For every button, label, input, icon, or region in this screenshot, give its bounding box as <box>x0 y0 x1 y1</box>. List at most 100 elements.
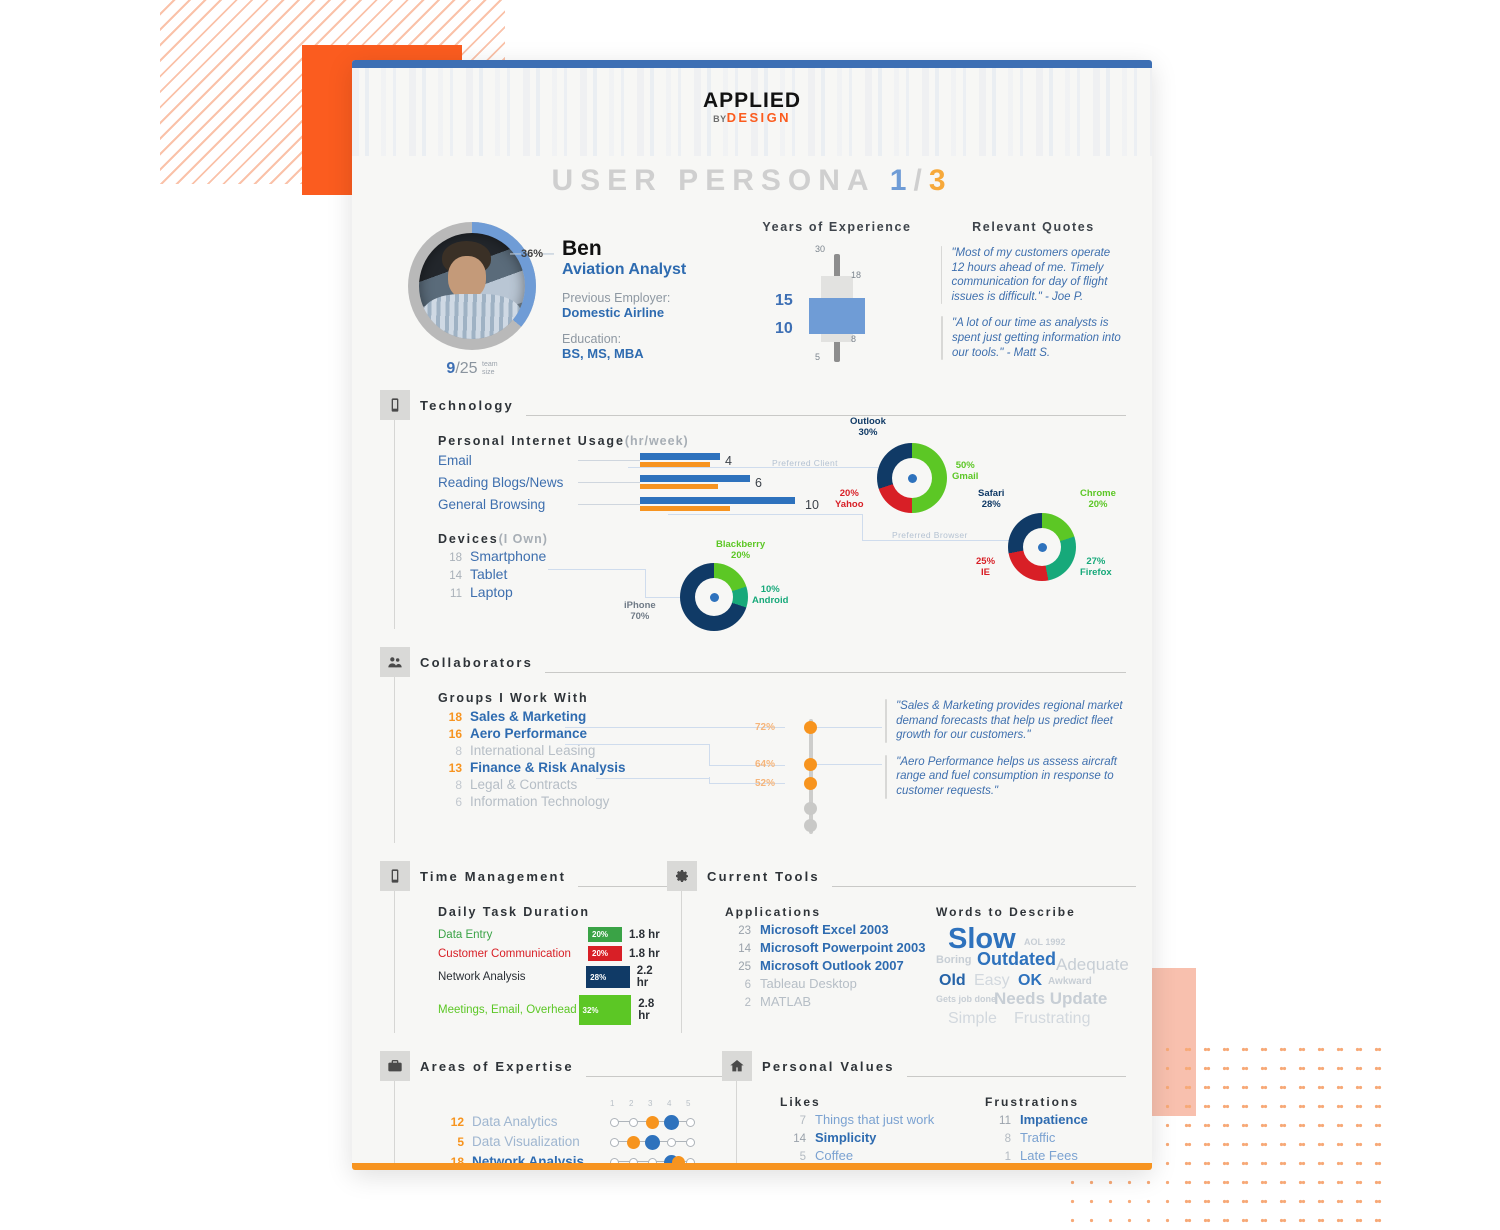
expertise-row: 12 Data Analytics <box>438 1114 722 1130</box>
list-item: 14 Microsoft Powerpoint 2003 <box>725 940 930 955</box>
list-item: 8 Traffic <box>985 1130 1126 1145</box>
page-number-current: 1 <box>889 164 914 197</box>
personal-values-section-title: Personal Values <box>762 1058 895 1074</box>
donut-label-ie: 25% IE <box>976 556 996 578</box>
scale-pip-blue <box>645 1134 660 1150</box>
usage-bar-blue <box>640 474 750 482</box>
group-label: Finance & Risk Analysis <box>470 760 626 775</box>
time-management-section-title: Time Management <box>420 868 567 884</box>
task-row: Network Analysis 28% 2.2 hr <box>438 965 667 989</box>
team-size-total: 25 <box>459 360 478 377</box>
connector-aero-v <box>709 744 710 765</box>
group-count: 13 <box>448 761 462 775</box>
quote-text: "A lot of our time as analysts is spent … <box>952 317 1121 359</box>
usage-row: General Browsing 10 <box>438 495 1126 514</box>
education-label: Education: <box>562 332 622 346</box>
technology-panel: Personal Internet Usage(hr/week) Email 4… <box>380 416 1126 635</box>
word-cloud-term: Outdated <box>977 949 1056 969</box>
group-count: 16 <box>448 727 462 741</box>
quote-text: "Aero Performance helps us assess aircra… <box>896 755 1117 797</box>
logo-bydesign: BYDESIGN <box>352 110 1152 127</box>
usage-label: General Browsing <box>438 497 546 512</box>
section-rule <box>831 886 1136 887</box>
word-cloud-term: Old <box>939 972 966 989</box>
time-management-section-header: Time Management <box>380 861 667 891</box>
boxplot-tick-18: 18 <box>851 270 862 280</box>
usage-label: Reading Blogs/News <box>438 475 564 490</box>
donut-center-dot <box>1037 542 1047 552</box>
app-label: Microsoft Outlook 2007 <box>760 958 904 973</box>
quote-text: "Most of my customers operate 12 hours a… <box>951 247 1111 303</box>
donut-label-firefox: 27% Firefox <box>1080 556 1112 578</box>
list-item: 7 Things that just work <box>780 1112 985 1127</box>
list-item: 2 MATLAB <box>725 994 930 1009</box>
group-label: Aero Performance <box>470 726 588 741</box>
section-rule <box>906 1076 1126 1077</box>
group-label: Information Technology <box>470 794 610 809</box>
relevant-quotes: Relevant Quotes "Most of my customers op… <box>927 216 1126 378</box>
expertise-count: 12 <box>450 1114 464 1129</box>
expertise-values-row: Areas of Expertise 1 2 3 4 5 12 Data Ana… <box>380 1039 1126 1170</box>
quote-item: "Sales & Marketing provides regional mar… <box>885 699 1140 743</box>
devices-donut <box>680 563 748 631</box>
connector-line-device-h <box>548 569 646 570</box>
donut-center-dot <box>907 473 917 483</box>
donut-label-android: 10% Android <box>752 584 789 606</box>
node-active <box>804 721 817 734</box>
connector-label-browser: Preferred Browser <box>892 530 968 540</box>
frustration-label: Impatience <box>1020 1112 1088 1127</box>
task-row: Meetings, Email, Overhead 32% 2.8 hr <box>438 995 667 1025</box>
list-item: 23 Microsoft Excel 2003 <box>725 922 930 937</box>
employer-value: Domestic Airline <box>562 305 665 320</box>
connector-line-browser-h1 <box>668 514 863 515</box>
word-cloud-term: AOL 1992 <box>1024 937 1066 947</box>
device-count: 14 <box>449 570 462 582</box>
logo-applied-text: APPLIED <box>702 89 801 112</box>
persona-identity: Ben Aviation Analyst Previous Employer: … <box>562 216 747 378</box>
time-management-panel: Daily Task Duration Data Entry 20% 1.8 h… <box>380 891 667 1039</box>
task-hours: 1.8 hr <box>629 928 660 941</box>
avatar-percent-value: 36% <box>520 248 543 260</box>
task-bar: 20% <box>588 946 622 961</box>
current-tools-section-title: Current Tools <box>707 868 820 884</box>
node-percent: 52% <box>755 778 776 789</box>
like-label: Simplicity <box>815 1130 877 1145</box>
section-rule <box>585 1076 722 1077</box>
word-cloud-term: Gets job done <box>936 994 997 1004</box>
expertise-label: Data Analytics <box>472 1114 558 1129</box>
word-cloud-term: Adequate <box>1056 955 1129 974</box>
device-count: 11 <box>450 588 462 600</box>
expertise-label: Data Visualization <box>472 1134 580 1149</box>
boxplot-q1-value: 10 <box>775 320 793 337</box>
connector-sales <box>565 727 785 728</box>
preferred-browser-donut <box>1008 513 1076 581</box>
page-title: USER PERSONA 1/3 <box>352 164 1152 198</box>
avatar-shirt <box>423 294 521 339</box>
expertise-row: 5 Data Visualization <box>438 1134 722 1150</box>
connector-line-browser-v <box>862 514 863 540</box>
decorative-pink-bar <box>1148 968 1196 1116</box>
section-rule <box>578 886 667 887</box>
word-cloud-term: Awkward <box>1048 976 1092 987</box>
expertise-column: Areas of Expertise 1 2 3 4 5 12 Data Ana… <box>380 1039 722 1170</box>
connector-node-out-2 <box>817 764 882 765</box>
group-count: 18 <box>448 710 462 724</box>
connector-line-browser-h2 <box>862 540 1012 541</box>
task-bar: 20% <box>588 927 622 942</box>
word-cloud-term: Frustrating <box>1014 1010 1091 1027</box>
avatar-column: —36%— 9/25 team size <box>382 216 562 378</box>
daily-task-heading: Daily Task Duration <box>438 905 590 919</box>
connector-line-device-h2 <box>645 597 683 598</box>
boxplot-iqr <box>809 298 865 334</box>
people-icon <box>380 647 410 677</box>
node-active <box>804 758 817 771</box>
list-item: 1 Late Fees <box>985 1148 1126 1163</box>
connector-node-out-1 <box>817 727 882 728</box>
scale-pip <box>686 1137 695 1147</box>
word-cloud: Slow AOL 1992 Boring Outdated Adequate Old Eas… <box>936 925 1136 1027</box>
applications-list: Applications 23 Microsoft Excel 2003 14 … <box>725 905 930 1011</box>
word-cloud-term: OK <box>1018 972 1042 989</box>
app-count: 14 <box>738 943 751 955</box>
devices-unit: (I Own) <box>498 532 548 546</box>
donut-label-chrome: Chrome 20% <box>1080 488 1116 510</box>
